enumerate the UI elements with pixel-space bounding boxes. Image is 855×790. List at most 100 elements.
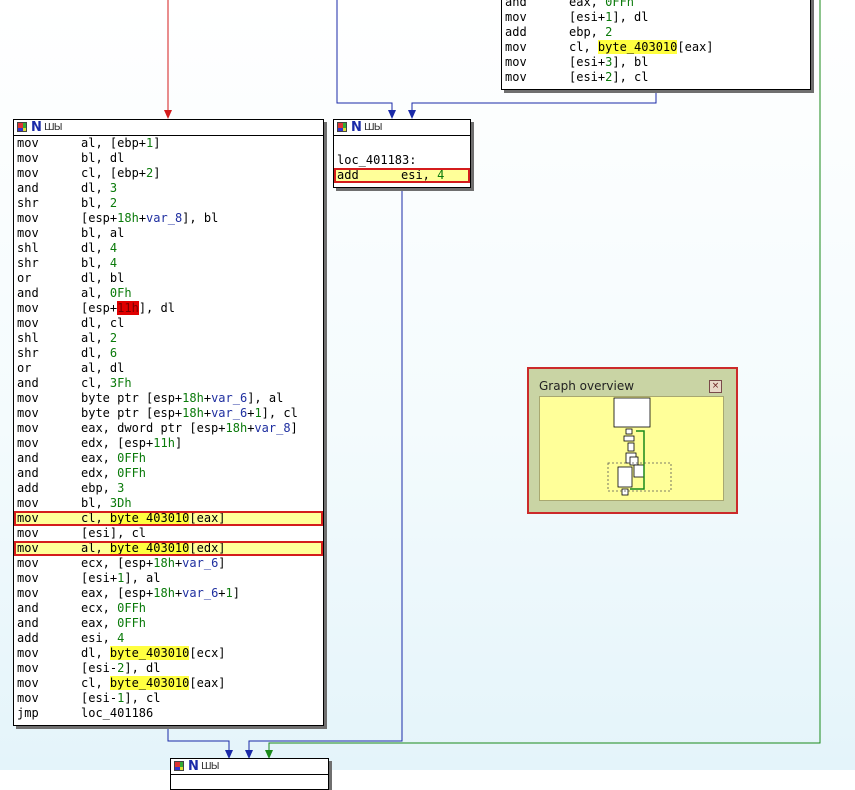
variable-operand: var_6 <box>211 391 248 405</box>
operand-text: eax, <box>81 451 118 465</box>
mnemonic: mov <box>17 166 39 180</box>
instruction-line[interactable]: mov byte ptr [esp+18h+var_6+1], cl <box>14 406 323 421</box>
numeric-operand: 0FFh <box>117 601 147 615</box>
operand-text: ] <box>218 556 226 570</box>
operand-text: cl, <box>81 511 110 525</box>
instruction-line[interactable]: add ebp, 2 <box>502 25 810 40</box>
graph-overview-panel[interactable]: Graph overview × <box>527 367 738 514</box>
instruction-line[interactable]: mov dl, byte_403010[ecx] <box>14 646 323 661</box>
operand-text: [esi- <box>81 691 118 705</box>
instruction-line[interactable]: mov cl, [ebp+2] <box>14 166 323 181</box>
xref-graph-icon[interactable]: ШЫ <box>44 122 63 134</box>
instruction-line[interactable]: mov [esi+1], dl <box>502 10 810 25</box>
mnemonic: mov <box>505 40 527 54</box>
instruction-line[interactable]: mov cl, byte_403010[eax] <box>14 676 323 691</box>
mini-block <box>625 428 633 435</box>
mnemonic: mov <box>17 571 39 585</box>
code-block-main[interactable]: N ШЫ mov al, [ebp+ 1] mov bl, dl mov cl, [ebp+… <box>13 119 324 726</box>
mnemonic: and <box>505 0 527 9</box>
instruction-line[interactable]: shl al, 2 <box>14 331 323 346</box>
highlighted-instruction-line[interactable]: mov al, byte_403010[edx] <box>14 541 323 556</box>
instruction-line[interactable]: and dl, 3 <box>14 181 323 196</box>
instruction-line[interactable]: add esi, 4 <box>14 631 323 646</box>
mnemonic: mov <box>17 301 39 315</box>
numeric-operand: 1 <box>254 406 262 420</box>
mnemonic: and <box>17 376 39 390</box>
instruction-line[interactable]: shr dl, 6 <box>14 346 323 361</box>
instruction-line[interactable]: mov byte ptr [esp+18h+var_6], al <box>14 391 323 406</box>
instruction-line[interactable]: mov al, [ebp+1] <box>14 136 323 151</box>
code-block-loc-401183[interactable]: N ШЫ loc_401183: add esi, 4 <box>333 119 471 188</box>
operand-text: dl, <box>81 646 110 660</box>
mini-block <box>629 456 639 466</box>
operand-text: [esp+ <box>81 301 118 315</box>
operand-text: bl, al <box>81 226 125 240</box>
highlighted-instruction-line[interactable]: mov cl, byte_403010[eax] <box>14 511 323 526</box>
instruction-line[interactable]: mov [esi+1], al <box>14 571 323 586</box>
instruction-line[interactable]: mov edx, [esp+11h] <box>14 436 323 451</box>
instruction-line[interactable]: shl dl, 4 <box>14 241 323 256</box>
mnemonic: jmp <box>17 706 39 720</box>
graph-overview-canvas[interactable] <box>539 396 724 501</box>
mnemonic: shr <box>17 196 39 210</box>
arrow-blue-b <box>408 110 416 119</box>
instruction-line[interactable]: mov bl, 3Dh <box>14 496 323 511</box>
instruction-line[interactable]: mov [esp+11h], dl <box>14 301 323 316</box>
instruction-line[interactable]: mov [esp+18h+var_8], bl <box>14 211 323 226</box>
instruction-line[interactable]: mov eax, [esp+18h+var_6+1] <box>14 586 323 601</box>
instruction-line[interactable]: and eax, 0FFh <box>14 616 323 631</box>
operand-text: ], al <box>247 391 284 405</box>
instruction-line[interactable]: and eax, 0FFh <box>14 451 323 466</box>
mnemonic: mov <box>17 646 39 660</box>
operand-text: [esi+ <box>569 70 606 84</box>
operand-text: bl, <box>81 196 110 210</box>
code-block-top[interactable]: and eax, 0FFh mov [esi+1], dl add ebp, 2 mov cl… <box>501 0 811 90</box>
instruction-line[interactable]: mov [esi-1], cl <box>14 691 323 706</box>
instruction-line[interactable]: and al, 0Fh <box>14 286 323 301</box>
operand-text: al, <box>81 286 110 300</box>
instruction-line[interactable]: shr bl, 2 <box>14 196 323 211</box>
instruction-line[interactable]: mov [esi], cl <box>14 526 323 541</box>
rename-n-icon[interactable]: N <box>31 120 42 135</box>
color-block-icon[interactable] <box>17 122 27 132</box>
instruction-line[interactable]: and eax, 0FFh <box>502 0 810 10</box>
instruction-line[interactable]: and ecx, 0FFh <box>14 601 323 616</box>
operand-text: cl, <box>569 40 598 54</box>
operand-text: ] <box>174 436 183 450</box>
mnemonic: add <box>17 481 39 495</box>
instruction-line[interactable]: or al, dl <box>14 361 323 376</box>
symbol-operand: byte_403010 <box>109 676 190 690</box>
rename-n-icon[interactable]: N <box>188 759 199 774</box>
mnemonic: mov <box>17 136 39 150</box>
instruction-line[interactable]: and cl, 3Fh <box>14 376 323 391</box>
instruction-line[interactable]: jmp loc_401186 <box>14 706 323 721</box>
instruction-line[interactable]: mov dl, cl <box>14 316 323 331</box>
instruction-line[interactable]: shr bl, 4 <box>14 256 323 271</box>
instruction-line[interactable]: mov ecx, [esp+18h+var_6] <box>14 556 323 571</box>
color-block-icon[interactable] <box>337 122 347 132</box>
mnemonic: mov <box>17 691 39 705</box>
xref-graph-icon[interactable]: ШЫ <box>364 122 383 134</box>
instruction-line[interactable]: mov bl, al <box>14 226 323 241</box>
mnemonic: and <box>17 616 39 630</box>
xref-graph-icon[interactable]: ШЫ <box>201 761 220 773</box>
operand-text: ], dl <box>612 10 649 24</box>
numeric-operand: 2 <box>109 331 118 345</box>
instruction-line[interactable]: and edx, 0FFh <box>14 466 323 481</box>
operand-text: ebp, <box>81 481 118 495</box>
instruction-line[interactable]: mov cl, byte_403010[eax] <box>502 40 810 55</box>
location-label[interactable]: loc_401183: <box>334 153 470 168</box>
instruction-line[interactable]: mov [esi-2], dl <box>14 661 323 676</box>
instruction-line[interactable]: add ebp, 3 <box>14 481 323 496</box>
variable-operand: var_6 <box>182 586 219 600</box>
close-icon[interactable]: × <box>709 380 722 393</box>
instruction-line[interactable]: mov [esi+3], bl <box>502 55 810 70</box>
highlighted-instruction-line[interactable]: add esi, 4 <box>334 168 470 183</box>
code-block-bottom[interactable]: N ШЫ <box>170 758 329 790</box>
mnemonic: mov <box>17 541 39 555</box>
instruction-line[interactable]: mov [esi+2], cl <box>502 70 810 85</box>
rename-n-icon[interactable]: N <box>351 120 362 135</box>
instruction-line[interactable]: or dl, bl <box>14 271 323 286</box>
instruction-line[interactable]: mov bl, dl <box>14 151 323 166</box>
instruction-line[interactable]: mov eax, dword ptr [esp+18h+var_8] <box>14 421 323 436</box>
